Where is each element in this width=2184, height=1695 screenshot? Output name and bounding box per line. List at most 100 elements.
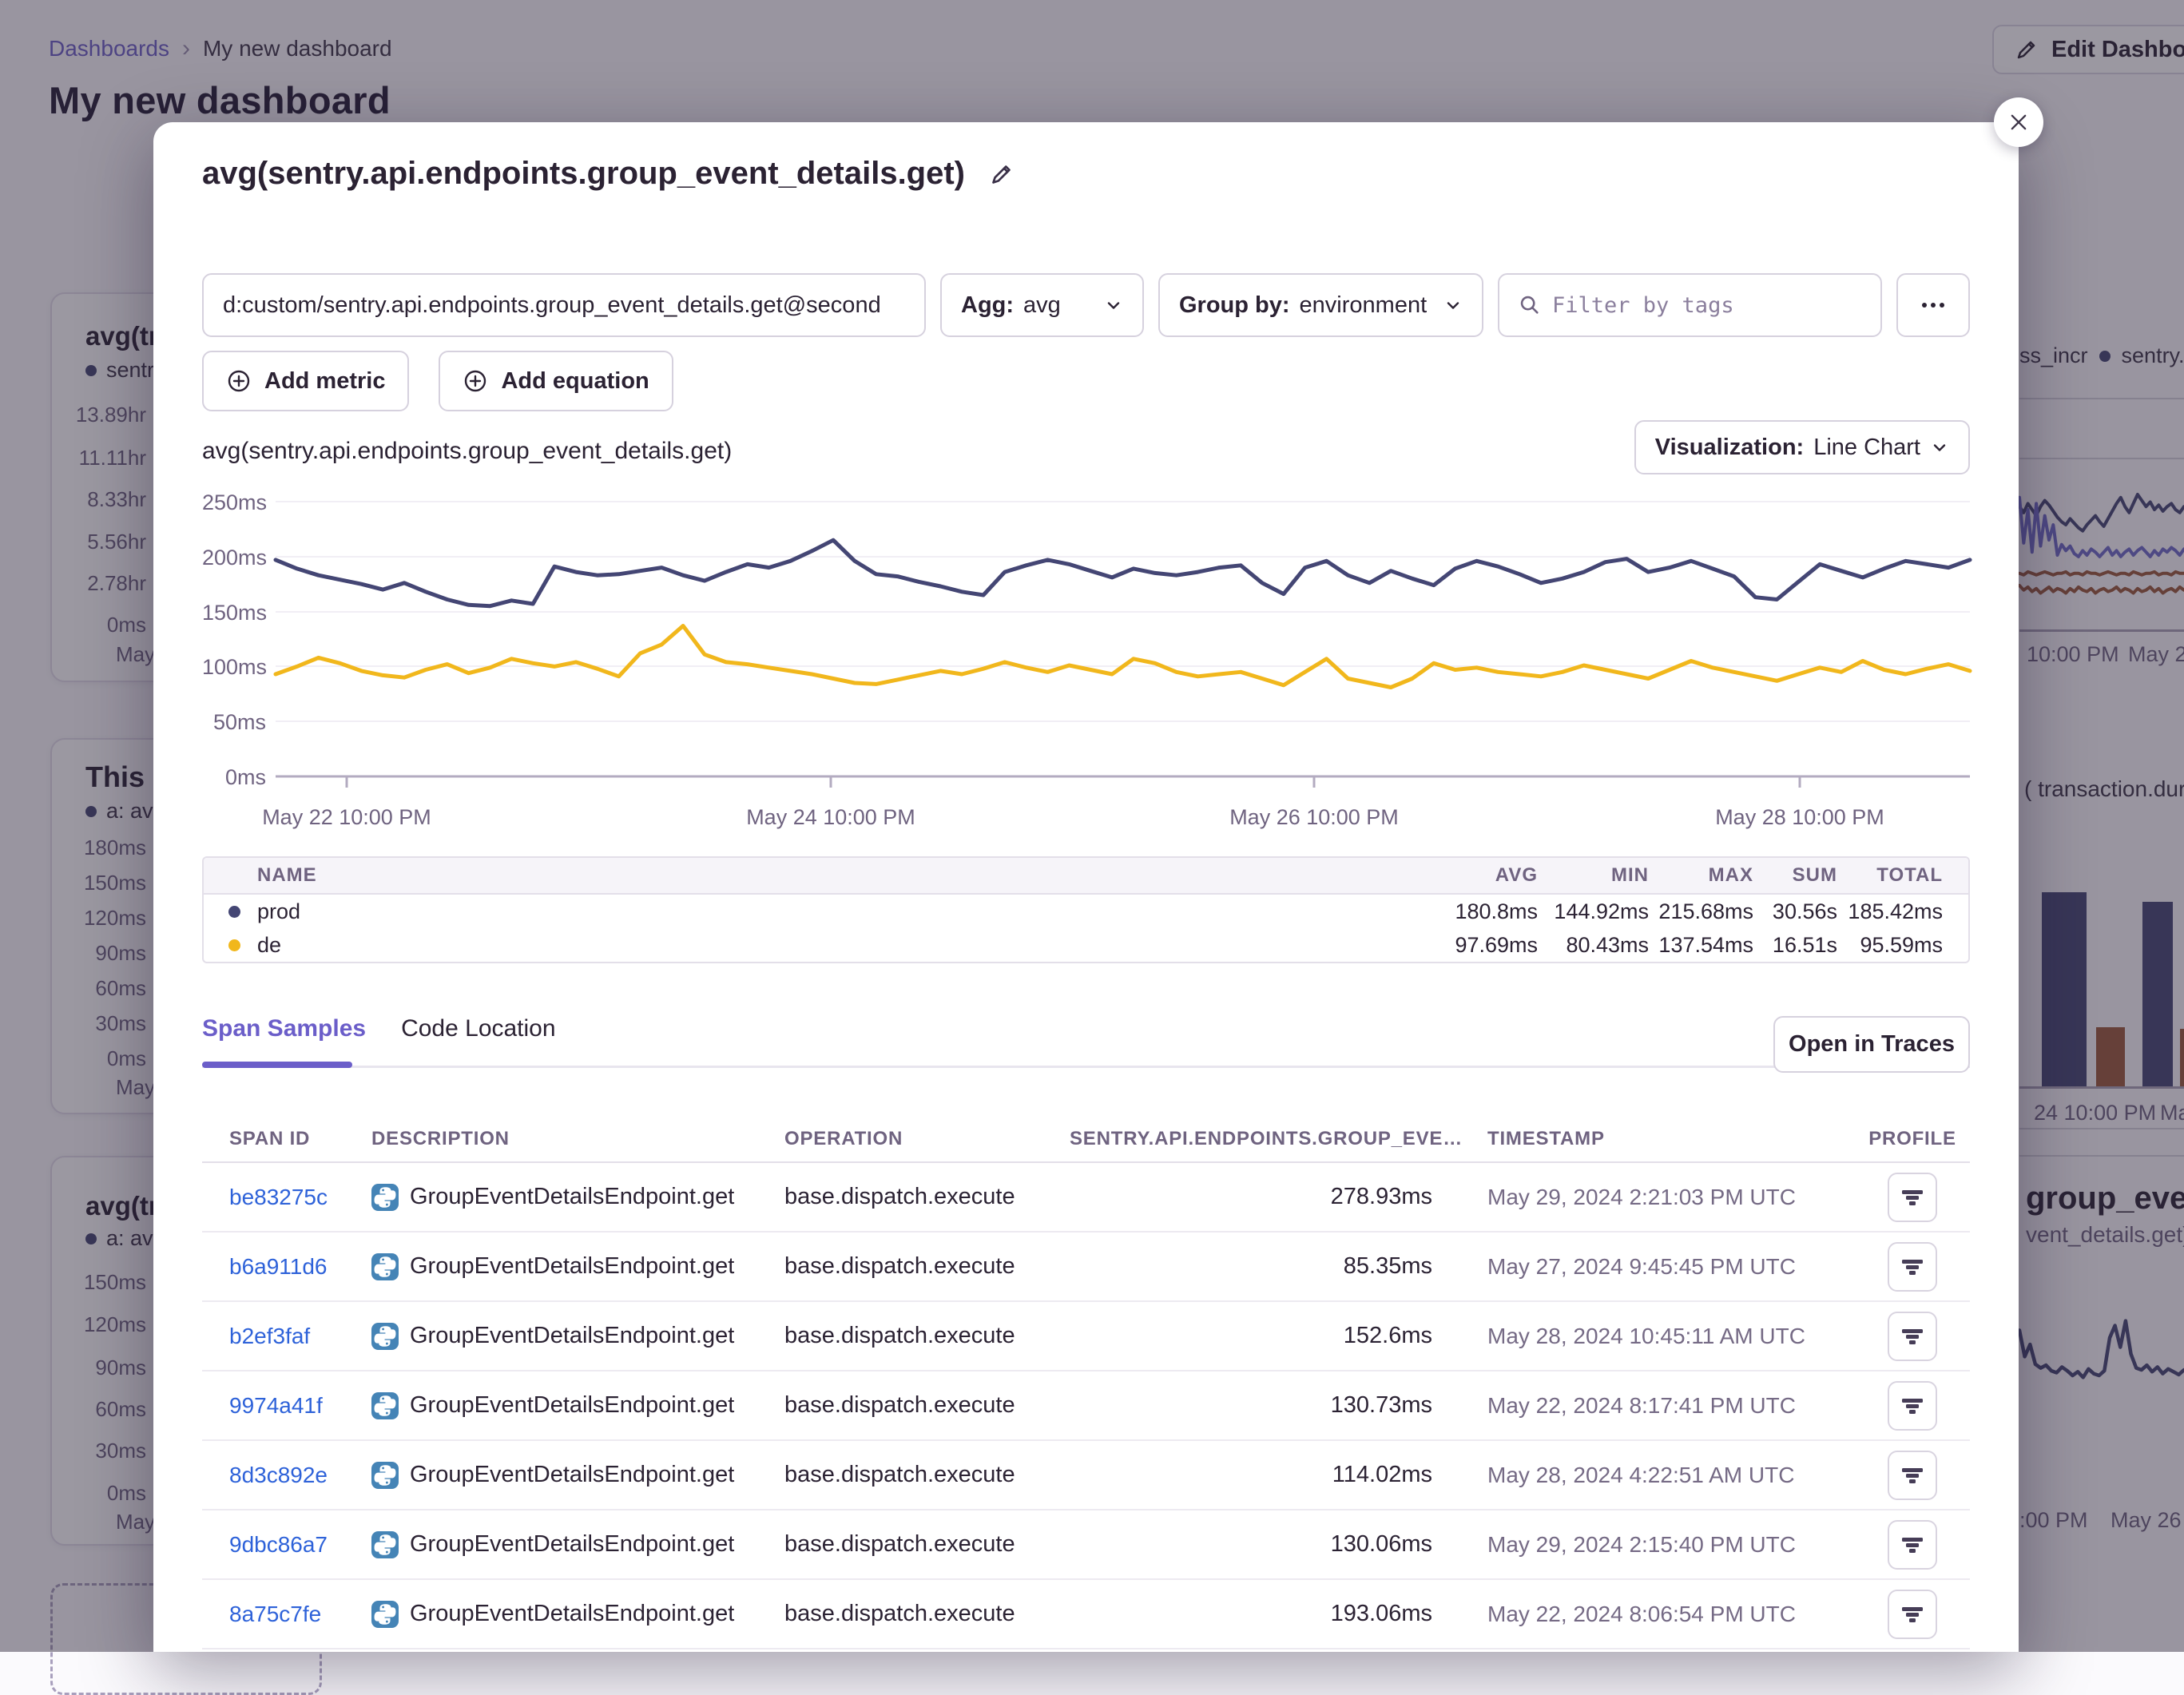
- table-row: 9974a41f GroupEventDetailsEndpoint.get b…: [202, 1371, 1970, 1441]
- span-description: GroupEventDetailsEndpoint.get: [410, 1253, 734, 1280]
- x-tick: May 28 10:00 PM: [1680, 805, 1920, 830]
- summary-row[interactable]: prod 180.8ms 144.92ms 215.68ms 30.56s 18…: [204, 895, 1968, 928]
- span-description: GroupEventDetailsEndpoint.get: [410, 1601, 734, 1627]
- span-duration: 152.6ms: [1070, 1323, 1432, 1349]
- summary-header-row: NAME AVG MIN MAX SUM TOTAL: [204, 858, 1968, 895]
- python-icon: [371, 1601, 399, 1628]
- chart-header: avg(sentry.api.endpoints.group_event_det…: [202, 438, 732, 465]
- tab-span-samples[interactable]: Span Samples: [202, 1015, 366, 1042]
- flamegraph-icon: [1900, 1185, 1924, 1209]
- profile-button[interactable]: [1888, 1520, 1937, 1570]
- edit-title-pencil-icon[interactable]: [987, 160, 1016, 189]
- span-description: GroupEventDetailsEndpoint.get: [410, 1531, 734, 1558]
- python-icon: [371, 1184, 399, 1211]
- span-duration: 278.93ms: [1070, 1184, 1432, 1210]
- span-operation: base.dispatch.execute: [784, 1462, 1070, 1488]
- profile-button[interactable]: [1888, 1590, 1937, 1639]
- group-by-label: Group by:: [1179, 292, 1290, 319]
- profile-button[interactable]: [1888, 1451, 1937, 1500]
- span-description: GroupEventDetailsEndpoint.get: [410, 1184, 734, 1210]
- table-row: 8a75c7fe GroupEventDetailsEndpoint.get b…: [202, 1580, 1970, 1649]
- metric-query-input[interactable]: d:custom/sentry.api.endpoints.group_even…: [202, 273, 926, 337]
- span-timestamp: May 28, 2024 10:45:11 AM UTC: [1432, 1324, 1855, 1349]
- tab-code-location[interactable]: Code Location: [401, 1015, 555, 1042]
- chevron-down-icon: [1443, 296, 1463, 315]
- visualization-dropdown[interactable]: Visualization: Line Chart: [1634, 420, 1970, 474]
- table-row: 8d3c892e GroupEventDetailsEndpoint.get b…: [202, 1441, 1970, 1510]
- summary-row[interactable]: de 97.69ms 80.43ms 137.54ms 16.51s 95.59…: [204, 928, 1968, 962]
- close-modal-button[interactable]: [1994, 97, 2043, 147]
- span-operation: base.dispatch.execute: [784, 1253, 1070, 1280]
- span-duration: 114.02ms: [1070, 1462, 1432, 1488]
- flamegraph-icon: [1900, 1602, 1924, 1626]
- x-tick: May 24 10:00 PM: [711, 805, 951, 830]
- span-description: GroupEventDetailsEndpoint.get: [410, 1323, 734, 1349]
- span-id-link[interactable]: 8a75c7fe: [229, 1602, 371, 1627]
- series-dot-icon: [228, 906, 240, 918]
- span-id-link[interactable]: b6a911d6: [229, 1254, 371, 1280]
- add-equation-button[interactable]: Add equation: [439, 351, 673, 411]
- x-tick: May 22 10:00 PM: [227, 805, 467, 830]
- span-id-link[interactable]: b2ef3faf: [229, 1324, 371, 1349]
- group-by-dropdown[interactable]: Group by: environment: [1158, 273, 1483, 337]
- samples-table-body: be83275c GroupEventDetailsEndpoint.get b…: [202, 1163, 1970, 1649]
- span-operation: base.dispatch.execute: [784, 1184, 1070, 1210]
- span-timestamp: May 28, 2024 4:22:51 AM UTC: [1432, 1463, 1855, 1488]
- span-timestamp: May 29, 2024 2:21:03 PM UTC: [1432, 1185, 1855, 1210]
- span-id-link[interactable]: 9dbc86a7: [229, 1532, 371, 1558]
- plus-circle-icon: [226, 368, 252, 394]
- metric-query-value: d:custom/sentry.api.endpoints.group_even…: [223, 292, 881, 319]
- profile-button[interactable]: [1888, 1242, 1937, 1292]
- python-icon: [371, 1462, 399, 1489]
- y-tick: 100ms: [202, 655, 266, 680]
- modal-title: avg(sentry.api.endpoints.group_event_det…: [202, 156, 965, 192]
- flamegraph-icon: [1900, 1533, 1924, 1557]
- filter-by-tags-input[interactable]: Filter by tags: [1498, 273, 1882, 337]
- span-operation: base.dispatch.execute: [784, 1392, 1070, 1419]
- span-description: GroupEventDetailsEndpoint.get: [410, 1392, 734, 1419]
- table-row: 9dbc86a7 GroupEventDetailsEndpoint.get b…: [202, 1510, 1970, 1580]
- y-tick: 200ms: [202, 546, 266, 570]
- agg-label: Agg:: [961, 292, 1014, 319]
- aggregation-dropdown[interactable]: Agg: avg: [940, 273, 1144, 337]
- profile-button[interactable]: [1888, 1381, 1937, 1431]
- span-duration: 130.73ms: [1070, 1392, 1432, 1419]
- profile-button[interactable]: [1888, 1173, 1937, 1222]
- add-equation-label: Add equation: [501, 368, 649, 395]
- table-row: b2ef3faf GroupEventDetailsEndpoint.get b…: [202, 1302, 1970, 1371]
- y-tick: 0ms: [202, 765, 266, 790]
- visualization-value: Line Chart: [1813, 435, 1920, 461]
- samples-table-header: SPAN ID DESCRIPTION OPERATION SENTRY.API…: [202, 1117, 1970, 1163]
- visualization-label: Visualization:: [1655, 435, 1804, 461]
- span-duration: 85.35ms: [1070, 1253, 1432, 1280]
- chevron-down-icon: [1104, 296, 1123, 315]
- series-summary-table: NAME AVG MIN MAX SUM TOTAL prod 180.8ms …: [202, 856, 1970, 963]
- span-id-link[interactable]: 8d3c892e: [229, 1463, 371, 1488]
- add-metric-button[interactable]: Add metric: [202, 351, 409, 411]
- open-in-traces-button[interactable]: Open in Traces: [1773, 1016, 1970, 1073]
- y-tick: 150ms: [202, 601, 266, 625]
- agg-value: avg: [1023, 292, 1061, 319]
- python-icon: [371, 1392, 399, 1419]
- flamegraph-icon: [1900, 1463, 1924, 1487]
- span-id-link[interactable]: be83275c: [229, 1185, 371, 1210]
- group-by-value: environment: [1300, 292, 1428, 319]
- span-timestamp: May 22, 2024 8:17:41 PM UTC: [1432, 1393, 1855, 1419]
- profile-button[interactable]: [1888, 1312, 1937, 1361]
- flamegraph-icon: [1900, 1255, 1924, 1279]
- more-options-button[interactable]: [1896, 273, 1970, 337]
- span-duration: 193.06ms: [1070, 1601, 1432, 1627]
- span-operation: base.dispatch.execute: [784, 1601, 1070, 1627]
- plus-circle-icon: [463, 368, 488, 394]
- span-id-link[interactable]: 9974a41f: [229, 1393, 371, 1419]
- python-icon: [371, 1323, 399, 1350]
- x-tick: May 26 10:00 PM: [1194, 805, 1434, 830]
- filter-placeholder: Filter by tags: [1552, 293, 1734, 318]
- span-operation: base.dispatch.execute: [784, 1531, 1070, 1558]
- y-tick: 250ms: [202, 490, 266, 515]
- flamegraph-icon: [1900, 1394, 1924, 1418]
- search-icon: [1519, 294, 1541, 316]
- chevron-down-icon: [1930, 438, 1949, 457]
- span-duration: 130.06ms: [1070, 1531, 1432, 1558]
- flamegraph-icon: [1900, 1324, 1924, 1348]
